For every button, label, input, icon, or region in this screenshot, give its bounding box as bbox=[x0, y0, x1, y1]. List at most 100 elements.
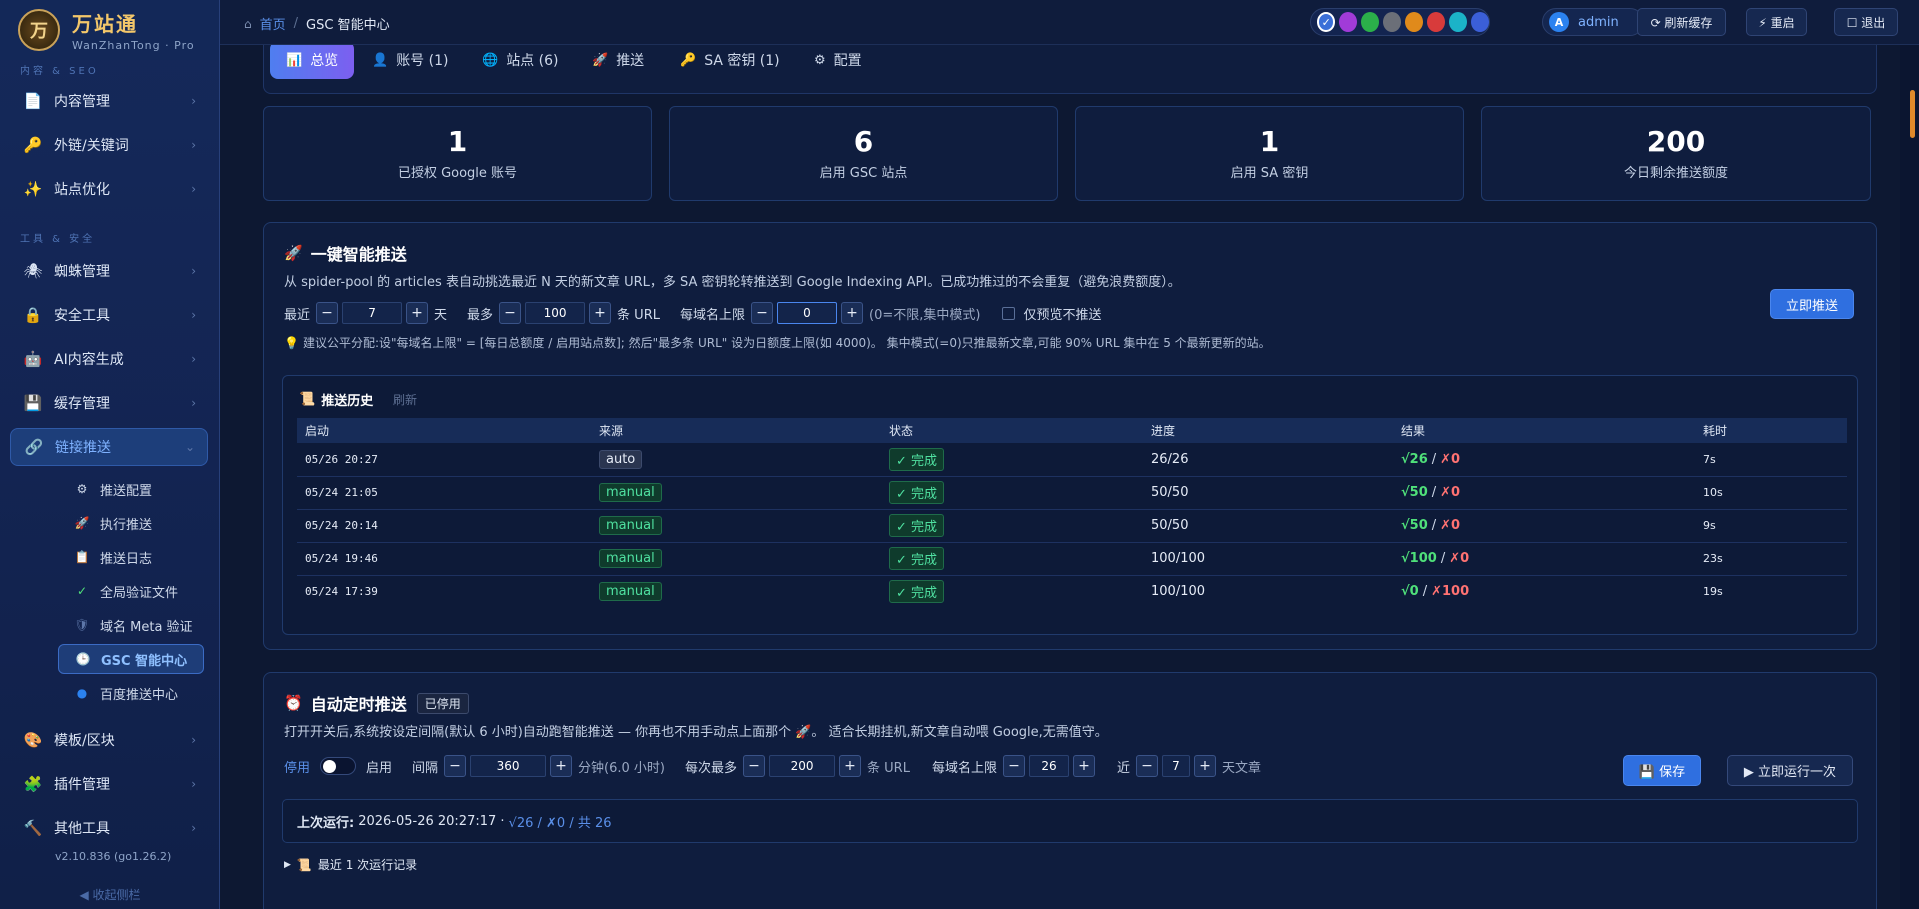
sidebar-subitem-baidu-push[interactable]: ● 百度推送中心 bbox=[58, 678, 204, 708]
save-button[interactable]: 💾 保存 bbox=[1623, 755, 1701, 786]
per-domain-limit-input[interactable]: 0 bbox=[777, 302, 837, 324]
interval-unit: 分钟(6.0 小时) bbox=[578, 760, 665, 776]
per-run-input[interactable]: 200 bbox=[769, 755, 836, 777]
admin-menu-button[interactable]: A admin bbox=[1542, 8, 1644, 36]
breadcrumb-home-link[interactable]: 首页 bbox=[260, 14, 286, 33]
admin-username: admin bbox=[1578, 14, 1619, 30]
interval-input[interactable]: 360 bbox=[470, 755, 547, 777]
auto-push-controls: 停用 启用 间隔 − 360 + 分钟(6.0 小时) 每次最多 − 200 +… bbox=[284, 755, 1261, 777]
tab-overview[interactable]: 📊 总览 bbox=[270, 45, 355, 79]
auto-per-domain-label: 每域名上限 bbox=[931, 760, 997, 776]
theme-option[interactable] bbox=[1339, 12, 1358, 32]
run-once-button[interactable]: ▶ 立即运行一次 bbox=[1727, 755, 1853, 786]
sidebar-item-cache[interactable]: 💾 缓存管理 › bbox=[10, 384, 208, 422]
sidebar-item-ai-content[interactable]: 🤖 AI内容生成 › bbox=[10, 340, 208, 378]
cell-start-time: 05/26 20:27 bbox=[297, 443, 591, 477]
theme-option[interactable] bbox=[1383, 12, 1402, 32]
recent-days-input[interactable]: 7 bbox=[342, 302, 403, 324]
smart-push-description: 从 spider-pool 的 articles 表自动挑选最近 N 天的新文章… bbox=[284, 275, 1181, 290]
decrement-button[interactable]: − bbox=[444, 755, 467, 777]
recent-runs-toggle[interactable]: ▶ 📜 最近 1 次运行记录 bbox=[284, 856, 417, 873]
sidebar-item-other-tools[interactable]: 🔨 其他工具 › bbox=[10, 809, 208, 847]
push-history-panel: 📜 推送历史 刷新 启动 来源 状态 进度 结果 耗时 05/26 20:27 … bbox=[282, 375, 1858, 635]
sidebar-subitem-push-config[interactable]: ⚙ 推送配置 bbox=[58, 474, 204, 504]
sidebar-item-spider[interactable]: 🕷 蜘蛛管理 › bbox=[10, 252, 208, 290]
sidebar-item-links-keywords[interactable]: 🔑 外链/关键词 › bbox=[10, 126, 208, 164]
auto-push-toggle[interactable] bbox=[320, 757, 357, 775]
decrement-button[interactable]: − bbox=[1135, 755, 1158, 777]
sidebar-subitem-push-log[interactable]: 📋 推送日志 bbox=[58, 542, 204, 572]
increment-button[interactable]: + bbox=[1193, 755, 1216, 777]
push-now-button[interactable]: 立即推送 bbox=[1770, 289, 1854, 319]
sidebar-subitem-label: 执行推送 bbox=[100, 517, 153, 533]
circle-icon: ● bbox=[76, 686, 88, 700]
sidebar-subitem-meta-verify[interactable]: 🛡 域名 Meta 验证 bbox=[58, 610, 204, 640]
decrement-button[interactable]: − bbox=[751, 302, 773, 324]
column-header: 来源 bbox=[591, 418, 881, 443]
result-failure: ✗0 bbox=[1440, 518, 1461, 533]
sidebar-subitem-gsc-center[interactable]: 🕒 GSC 智能中心 bbox=[58, 644, 204, 674]
history-refresh-button[interactable]: 刷新 bbox=[393, 391, 417, 408]
chevron-right-icon: › bbox=[191, 821, 196, 835]
scrollbar-thumb[interactable] bbox=[1910, 90, 1915, 138]
increment-button[interactable]: + bbox=[589, 302, 612, 324]
recent-days-stepper: − 7 + bbox=[316, 302, 429, 324]
sidebar-item-site-optimize[interactable]: ✨ 站点优化 › bbox=[10, 170, 208, 208]
increment-button[interactable]: + bbox=[550, 755, 573, 777]
decrement-button[interactable]: − bbox=[1002, 755, 1025, 777]
theme-option[interactable] bbox=[1427, 12, 1446, 32]
increment-button[interactable]: + bbox=[841, 302, 863, 324]
theme-option-selected[interactable]: ✓ bbox=[1317, 12, 1336, 32]
key-icon: 🔑 bbox=[680, 52, 697, 68]
decrement-button[interactable]: − bbox=[316, 302, 339, 324]
auto-push-panel: ⏰ 自动定时推送 已停用 打开开关后,系统按设定间隔(默认 6 小时)自动跑智能推送… bbox=[263, 672, 1877, 909]
toggle-knob bbox=[323, 760, 337, 773]
stat-card-quota: 200 今日剩余推送额度 bbox=[1481, 106, 1871, 201]
last-run-result: √26 / ✗0 / 共 26 bbox=[508, 815, 612, 831]
logout-button[interactable]: ☐ 退出 bbox=[1834, 8, 1898, 36]
sidebar-item-templates[interactable]: 🎨 模板/区块 › bbox=[10, 721, 208, 759]
theme-option[interactable] bbox=[1471, 12, 1490, 32]
preview-only-checkbox[interactable] bbox=[1002, 306, 1016, 320]
theme-option[interactable] bbox=[1361, 12, 1380, 32]
table-row: 05/24 21:05 manual ✓ 完成 50/50 √50/✗0 10s bbox=[297, 476, 1847, 510]
result-success: √50 bbox=[1401, 518, 1428, 533]
column-header: 进度 bbox=[1143, 418, 1393, 443]
theme-option[interactable] bbox=[1405, 12, 1424, 32]
sidebar-item-link-push[interactable]: 🔗 链接推送 ⌄ bbox=[10, 428, 208, 466]
tab-config[interactable]: ⚙ 配置 bbox=[814, 45, 862, 79]
increment-button[interactable]: + bbox=[839, 755, 862, 777]
stat-label: 已授权 Google 账号 bbox=[397, 166, 518, 181]
section-label-tools: 工具 & 安全 bbox=[20, 234, 96, 245]
refresh-cache-button[interactable]: ⟳ 刷新缓存 bbox=[1637, 8, 1726, 36]
tab-accounts[interactable]: 👤 账号 (1) bbox=[372, 45, 448, 79]
scrollbar[interactable] bbox=[1900, 45, 1919, 909]
tab-sa-keys[interactable]: 🔑 SA 密钥 (1) bbox=[680, 45, 780, 79]
last-run-time: 2026-05-26 20:27:17 · bbox=[358, 813, 505, 829]
decrement-button[interactable]: − bbox=[499, 302, 522, 324]
decrement-button[interactable]: − bbox=[743, 755, 766, 777]
sidebar-item-content[interactable]: 📄 内容管理 › bbox=[10, 82, 208, 120]
cell-status: ✓ 完成 bbox=[881, 575, 1143, 608]
sidebar-item-label: 内容管理 bbox=[54, 94, 110, 110]
brand[interactable]: 万 万站通 WanZhanTong · Pro bbox=[0, 0, 219, 60]
sidebar-item-security[interactable]: 🔒 安全工具 › bbox=[10, 296, 208, 334]
increment-button[interactable]: + bbox=[1072, 755, 1095, 777]
auto-push-title: ⏰ 自动定时推送 已停用 bbox=[284, 691, 469, 715]
increment-button[interactable]: + bbox=[406, 302, 429, 324]
theme-option[interactable] bbox=[1449, 12, 1468, 32]
sidebar-subitem-verify-file[interactable]: ✓ 全局验证文件 bbox=[58, 576, 204, 606]
sidebar-subitem-label: GSC 智能中心 bbox=[101, 653, 188, 669]
sidebar-item-plugins[interactable]: 🧩 插件管理 › bbox=[10, 765, 208, 803]
auto-per-domain-input[interactable]: 26 bbox=[1028, 755, 1069, 777]
auto-recent-days-input[interactable]: 7 bbox=[1161, 755, 1190, 777]
tab-sites[interactable]: 🌐 站点 (6) bbox=[482, 45, 558, 79]
cell-start-time: 05/24 17:39 bbox=[305, 585, 378, 599]
max-urls-input[interactable]: 100 bbox=[525, 302, 586, 324]
restart-button[interactable]: ⚡ 重启 bbox=[1746, 8, 1807, 36]
sidebar-subitem-execute-push[interactable]: 🚀 执行推送 bbox=[58, 508, 204, 538]
collapse-sidebar-button[interactable]: ◀ 收起侧栏 bbox=[0, 886, 219, 903]
tab-push[interactable]: 🚀 推送 bbox=[592, 45, 644, 79]
brand-name: 万站通 bbox=[72, 12, 138, 36]
gear-icon: ⚙ bbox=[76, 482, 88, 496]
